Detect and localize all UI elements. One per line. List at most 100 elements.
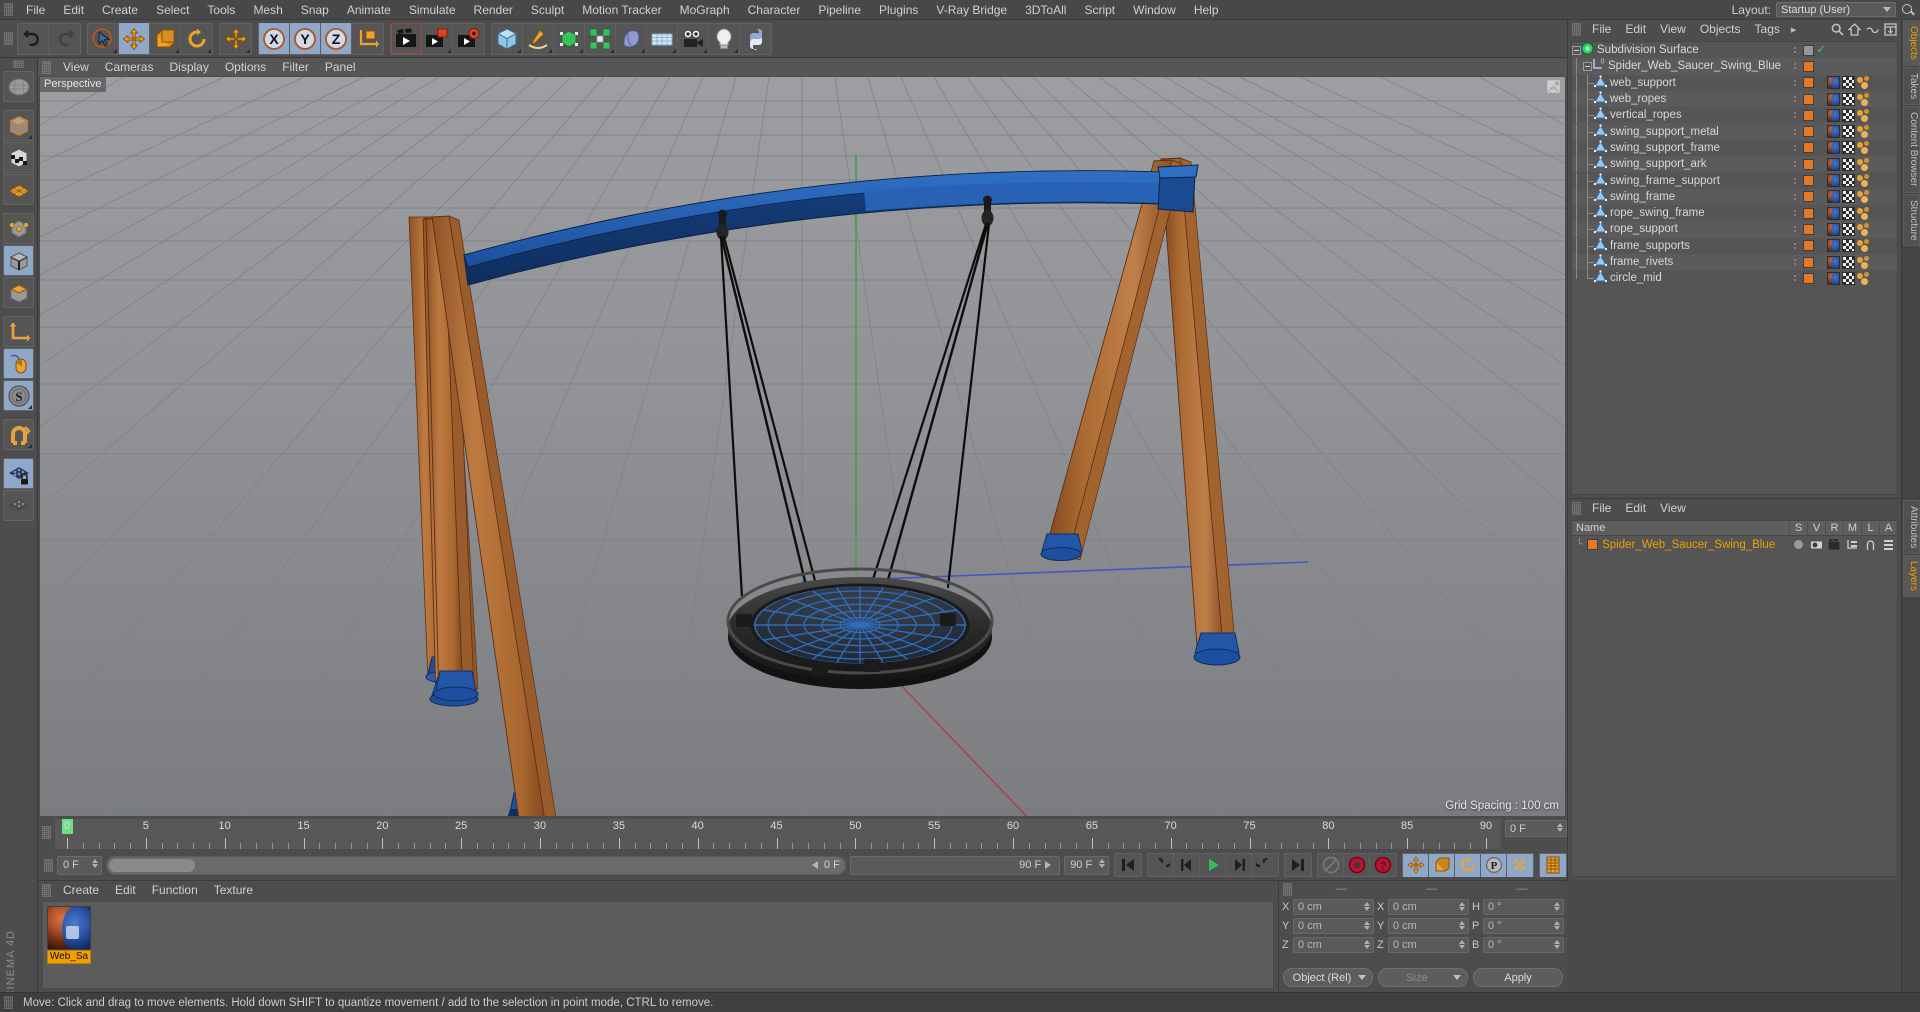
object-row-frame-supports[interactable]: frame_supports xyxy=(1572,237,1897,254)
planar-workplane-icon[interactable] xyxy=(3,490,34,521)
key-pla-button[interactable] xyxy=(1507,853,1534,877)
timeline-frame-field[interactable]: 0 F xyxy=(1505,820,1567,837)
menu-item-3dtoall[interactable]: 3DToAll xyxy=(1016,0,1075,20)
layer-manager-cell[interactable] xyxy=(1843,539,1861,550)
texture-mode-icon[interactable] xyxy=(3,142,34,173)
live-selection-icon[interactable] xyxy=(3,71,34,102)
layer-swatch-icon[interactable] xyxy=(1802,240,1814,252)
stepper-icon[interactable] xyxy=(1459,902,1465,911)
uvw-tag-icon[interactable] xyxy=(1842,157,1855,171)
layer-lock-cell[interactable] xyxy=(1861,539,1879,551)
home-icon[interactable] xyxy=(1848,23,1861,36)
layer-swatch-icon[interactable] xyxy=(1802,272,1814,284)
object-row-swing-support-metal[interactable]: swing_support_metal xyxy=(1572,123,1897,140)
stepper-icon[interactable] xyxy=(91,858,98,868)
layer-animation-cell[interactable] xyxy=(1879,539,1897,551)
powerslider-gripper[interactable] xyxy=(44,858,53,872)
material-tag-icon[interactable] xyxy=(1827,222,1840,236)
axis-y-button[interactable]: Y xyxy=(290,23,321,54)
rotate-tool-button[interactable] xyxy=(181,23,212,54)
layer-solo-cell[interactable] xyxy=(1789,540,1807,549)
key-scale-button[interactable] xyxy=(1429,853,1456,877)
viewport-menu-options[interactable]: Options xyxy=(217,58,274,76)
go-to-end-button[interactable] xyxy=(1285,854,1311,877)
keyframe-selection-button[interactable]: ? xyxy=(1370,854,1396,877)
toolbar-gripper[interactable] xyxy=(4,32,13,45)
material-tag-icon[interactable] xyxy=(1827,92,1840,106)
render-settings-button[interactable] xyxy=(453,23,484,54)
phong-tag-icon[interactable] xyxy=(1857,255,1871,269)
viewport-gripper[interactable] xyxy=(42,60,51,74)
workplane-mode-icon[interactable] xyxy=(3,174,34,205)
timeline-gripper[interactable] xyxy=(42,826,51,839)
coordinate-size-dropdown[interactable]: Size xyxy=(1378,968,1468,987)
phong-tag-icon[interactable] xyxy=(1857,92,1871,106)
object-menu-edit[interactable]: Edit xyxy=(1618,20,1653,39)
live-selection-button[interactable] xyxy=(88,23,119,54)
edge-mode-icon[interactable] xyxy=(3,245,34,276)
light-button[interactable] xyxy=(709,23,740,54)
coordinate-apply-button[interactable]: Apply xyxy=(1473,968,1563,987)
object-row-swing-support-frame[interactable]: swing_support_frame xyxy=(1572,139,1897,156)
mograph-button[interactable] xyxy=(585,23,616,54)
left-toolbar-gripper[interactable] xyxy=(13,60,24,68)
material-tag-icon[interactable] xyxy=(1827,239,1840,253)
object-row-web-ropes[interactable]: web_ropes xyxy=(1572,90,1897,108)
stepper-icon[interactable] xyxy=(1099,858,1106,868)
phong-tag-icon[interactable] xyxy=(1857,125,1871,139)
object-row-circle-mid[interactable]: circle_mid xyxy=(1572,270,1897,286)
uvw-tag-icon[interactable] xyxy=(1842,190,1855,204)
phong-tag-icon[interactable] xyxy=(1857,239,1871,253)
menu-overflow-icon[interactable]: ▸ xyxy=(1787,23,1801,36)
visibility-dots[interactable] xyxy=(1789,259,1801,265)
menu-gripper[interactable] xyxy=(4,3,13,16)
menu-item-create[interactable]: Create xyxy=(93,0,147,20)
visibility-dots[interactable] xyxy=(1789,112,1801,119)
loop-button[interactable] xyxy=(1252,854,1278,877)
object-menu-view[interactable]: View xyxy=(1653,20,1693,39)
layer-swatch-icon[interactable] xyxy=(1802,142,1814,154)
material-tag-icon[interactable] xyxy=(1827,141,1840,155)
layers-col-r[interactable]: R xyxy=(1825,522,1843,534)
layer-swatch-icon[interactable] xyxy=(1802,223,1814,235)
undo-button[interactable] xyxy=(18,23,49,54)
viewport-menu-cameras[interactable]: Cameras xyxy=(97,58,162,76)
object-row-swing-support-ark[interactable]: swing_support_ark xyxy=(1572,156,1897,173)
camera-button[interactable] xyxy=(678,23,709,54)
timeline-button[interactable] xyxy=(1540,853,1567,877)
layer-render-cell[interactable] xyxy=(1825,539,1843,550)
viewport-menu-view[interactable]: View xyxy=(55,58,97,76)
stepper-icon[interactable] xyxy=(1364,921,1370,930)
menu-item-character[interactable]: Character xyxy=(739,0,810,20)
generator-button[interactable] xyxy=(554,23,585,54)
uvw-tag-icon[interactable] xyxy=(1842,255,1855,269)
coordinate-mode-dropdown[interactable]: Object (Rel) xyxy=(1283,968,1373,987)
powerslider-handle[interactable] xyxy=(108,858,195,872)
layers-col-m[interactable]: M xyxy=(1843,522,1861,534)
phong-tag-icon[interactable] xyxy=(1857,141,1871,155)
size-z-input[interactable]: 0 cm xyxy=(1388,937,1469,953)
layer-visible-cell[interactable] xyxy=(1807,540,1825,550)
powerslider-bar[interactable]: 0 F xyxy=(105,855,846,875)
object-row-spider-web-saucer-swing-blue[interactable]: 0 Spider_Web_Saucer_Swing_Blue xyxy=(1572,58,1897,75)
material-name[interactable]: Web_Sa xyxy=(47,950,91,964)
visibility-dots[interactable] xyxy=(1789,161,1801,168)
deformer-button[interactable] xyxy=(616,23,647,54)
uvw-tag-icon[interactable] xyxy=(1842,141,1855,155)
phong-tag-icon[interactable] xyxy=(1857,108,1871,122)
redo-button[interactable] xyxy=(49,23,80,54)
search-icon[interactable] xyxy=(1831,23,1844,36)
phong-tag-icon[interactable] xyxy=(1857,271,1871,285)
uvw-tag-icon[interactable] xyxy=(1842,92,1855,106)
visibility-dots[interactable] xyxy=(1789,177,1801,184)
visibility-dots[interactable] xyxy=(1789,144,1801,151)
tab-structure[interactable]: Structure xyxy=(1903,193,1920,247)
stepper-icon[interactable] xyxy=(1364,940,1370,949)
layers-menu-edit[interactable]: Edit xyxy=(1618,499,1653,518)
tab-objects[interactable]: Objects xyxy=(1903,20,1920,66)
layers-table-row[interactable]: └ Spider_Web_Saucer_Swing_Blue xyxy=(1572,536,1897,553)
layer-swatch-icon[interactable] xyxy=(1802,77,1814,89)
visibility-dots[interactable] xyxy=(1789,47,1801,54)
end-frame-field[interactable]: 90 F xyxy=(1064,855,1110,875)
cube-primitive-button[interactable] xyxy=(492,23,523,54)
